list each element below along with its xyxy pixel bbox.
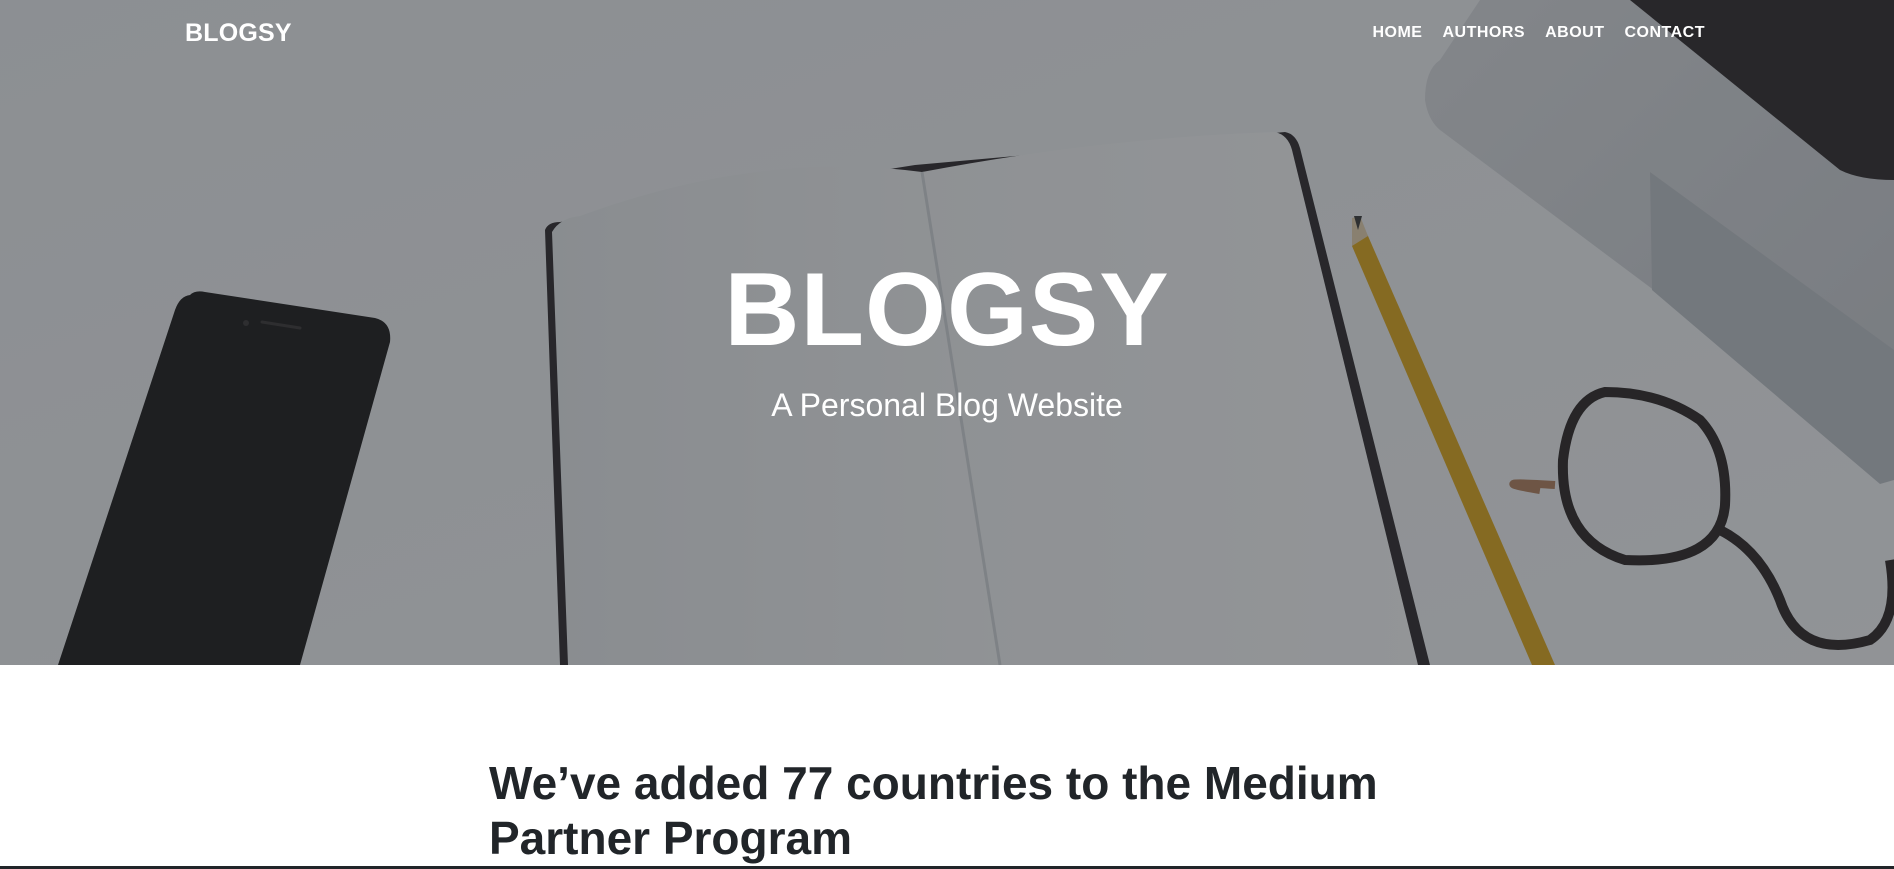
brand-link[interactable]: BLOGSY	[185, 19, 292, 48]
post-preview: We’ve added 77 countries to the Medium P…	[489, 756, 1409, 866]
nav-links: HOME AUTHORS ABOUT CONTACT	[1372, 24, 1705, 42]
nav-link-authors[interactable]: AUTHORS	[1442, 24, 1525, 41]
post-title-link[interactable]: We’ve added 77 countries to the Medium P…	[489, 756, 1409, 866]
site-subtitle: A Personal Blog Website	[771, 387, 1123, 423]
navbar: BLOGSY HOME AUTHORS ABOUT CONTACT	[0, 0, 1894, 70]
nav-link-contact[interactable]: CONTACT	[1624, 24, 1705, 41]
nav-link-home[interactable]: HOME	[1372, 24, 1422, 41]
post-list: We’ve added 77 countries to the Medium P…	[489, 756, 1409, 866]
site-title: BLOGSY	[724, 252, 1170, 368]
nav-link-about[interactable]: ABOUT	[1545, 24, 1604, 41]
hero-section: BLOGSY HOME AUTHORS ABOUT CONTACT BLOGSY…	[0, 0, 1894, 665]
hero-heading: BLOGSY A Personal Blog Website	[0, 255, 1894, 425]
